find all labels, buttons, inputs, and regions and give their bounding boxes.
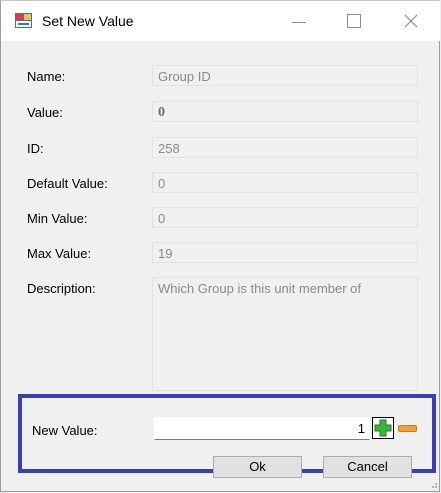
default-value-label: Default Value:: [27, 176, 108, 191]
app-icon: [15, 13, 32, 28]
window-title: Set New Value: [42, 13, 134, 29]
close-icon: [404, 14, 418, 28]
minimize-icon: [292, 22, 306, 23]
new-value-input[interactable]: 1: [154, 417, 370, 440]
ok-button[interactable]: Ok: [213, 456, 302, 478]
minus-icon: [398, 425, 417, 432]
min-value-field: 0: [152, 207, 418, 228]
name-label: Name:: [27, 69, 66, 84]
plus-icon: [374, 419, 392, 437]
name-field: Group ID: [152, 65, 418, 86]
description-label: Description:: [27, 281, 96, 296]
description-field: Which Group is this unit member of: [152, 277, 418, 391]
value-label: Value:: [27, 105, 63, 120]
default-value-field: 0: [152, 172, 418, 193]
id-field: 258: [152, 137, 418, 158]
dialog-window: Set New Value Name: Group ID Value: 0 ID…: [0, 0, 440, 492]
id-label: ID:: [27, 141, 44, 156]
minimize-button[interactable]: [276, 1, 322, 41]
decrement-button[interactable]: [398, 425, 417, 432]
max-value-label: Max Value:: [27, 246, 92, 261]
close-button[interactable]: [388, 1, 434, 41]
new-value-label: New Value:: [32, 423, 98, 438]
min-value-label: Min Value:: [27, 211, 88, 226]
cancel-button[interactable]: Cancel: [323, 456, 412, 478]
increment-button[interactable]: [372, 417, 394, 439]
value-field: 0: [152, 101, 418, 122]
title-bar: Set New Value: [1, 1, 440, 41]
maximize-button[interactable]: [331, 1, 377, 41]
resize-grip-icon[interactable]: [428, 479, 438, 489]
maximize-icon: [347, 14, 361, 28]
max-value-field: 19: [152, 242, 418, 263]
